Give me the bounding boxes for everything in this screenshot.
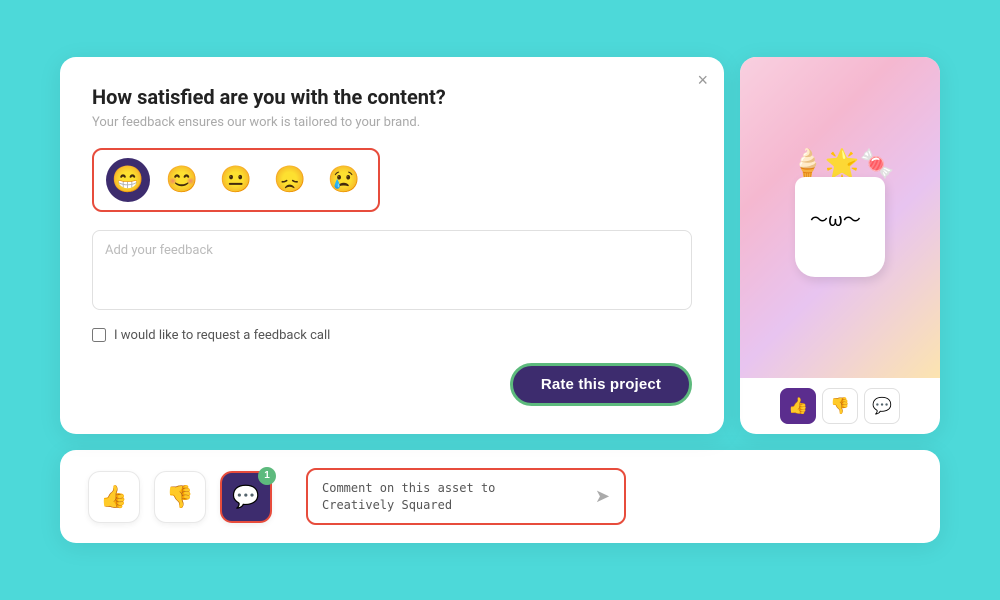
emoji-neutral[interactable]: 😐 [214,158,258,202]
main-container: × How satisfied are you with the content… [60,57,940,544]
comment-button[interactable]: 💬 1 [220,471,272,523]
feedback-call-checkbox[interactable] [92,328,106,342]
image-actions: 👍 👎 💬 [740,378,940,434]
checkbox-label: I would like to request a feedback call [114,328,330,343]
image-thumbs-down-button[interactable]: 👎 [822,388,858,424]
emoji-very-sad[interactable]: 😢 [322,158,366,202]
close-button[interactable]: × [697,71,708,89]
top-row: × How satisfied are you with the content… [60,57,940,434]
feedback-card: × How satisfied are you with the content… [60,57,724,434]
bottom-bar: 👍 👎 💬 1 Comment on this asset to Creativ… [60,450,940,544]
comment-badge: 1 [258,467,276,485]
send-comment-button[interactable]: ➤ [595,486,610,507]
product-image: 🍦🌟🍬 〜ω〜 [740,57,940,378]
feedback-subtitle: Your feedback ensures our work is tailor… [92,115,692,130]
feedback-textarea[interactable] [92,230,692,310]
comment-input[interactable]: Comment on this asset to Creatively Squa… [322,480,585,514]
emoji-rating-row: 😁 😊 😐 😞 😢 [92,148,380,212]
image-card: 🍦🌟🍬 〜ω〜 👍 👎 💬 [740,57,940,434]
emoji-sad[interactable]: 😞 [268,158,312,202]
rate-btn-row: Rate this project [92,363,692,406]
emoji-very-happy[interactable]: 😁 [106,158,150,202]
thumbs-up-button[interactable]: 👍 [88,471,140,523]
feedback-title: How satisfied are you with the content? [92,85,692,109]
cup-topping: 🍦🌟🍬 [790,147,895,180]
checkbox-row: I would like to request a feedback call [92,328,692,343]
rate-project-button[interactable]: Rate this project [510,363,692,406]
cup-illustration: 🍦🌟🍬 〜ω〜 [785,147,895,287]
thumbs-down-button[interactable]: 👎 [154,471,206,523]
comment-input-wrapper: Comment on this asset to Creatively Squa… [306,468,626,526]
cup-face: 〜ω〜 [810,206,861,232]
image-comment-button[interactable]: 💬 [864,388,900,424]
emoji-happy[interactable]: 😊 [160,158,204,202]
image-thumbs-up-button[interactable]: 👍 [780,388,816,424]
